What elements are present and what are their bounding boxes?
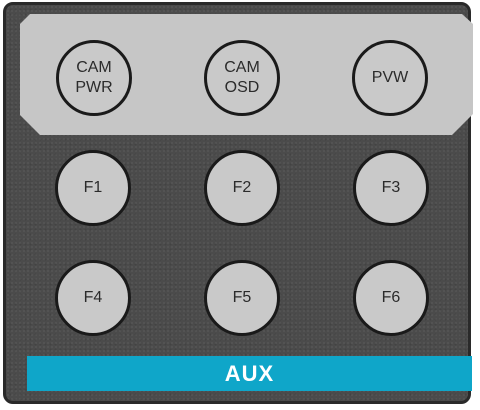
pvw-label: PVW <box>371 69 409 86</box>
f4-label: F4 <box>83 289 103 306</box>
cam-osd-button[interactable]: CAM OSD <box>204 40 280 116</box>
f5-label: F5 <box>232 289 252 306</box>
f6-label: F6 <box>381 289 401 306</box>
f2-button[interactable]: F2 <box>204 150 280 226</box>
pvw-button[interactable]: PVW <box>352 40 428 116</box>
aux-section-bar: AUX <box>27 356 472 391</box>
aux-label: AUX <box>224 360 275 386</box>
cam-osd-label: CAM OSD <box>224 59 260 96</box>
f6-button[interactable]: F6 <box>353 260 429 336</box>
f5-button[interactable]: F5 <box>204 260 280 336</box>
f1-label: F1 <box>83 179 103 196</box>
f1-button[interactable]: F1 <box>55 150 131 226</box>
f2-label: F2 <box>232 179 252 196</box>
cam-pwr-button[interactable]: CAM PWR <box>56 40 132 116</box>
f3-label: F3 <box>381 179 401 196</box>
cam-pwr-label: CAM PWR <box>75 59 113 96</box>
f3-button[interactable]: F3 <box>353 150 429 226</box>
f4-button[interactable]: F4 <box>55 260 131 336</box>
